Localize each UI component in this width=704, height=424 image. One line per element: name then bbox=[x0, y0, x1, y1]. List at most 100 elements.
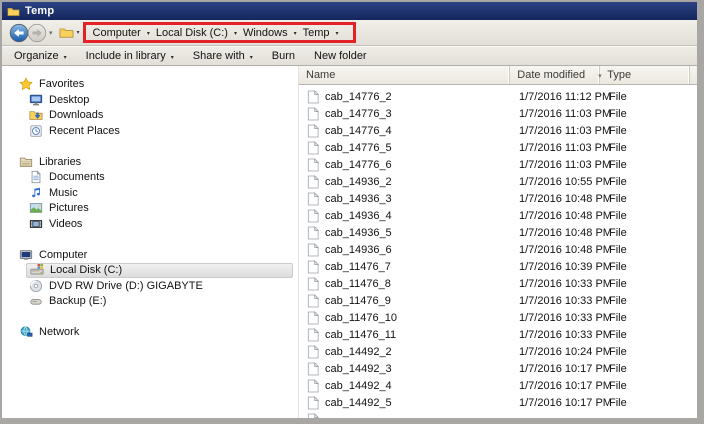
sidebar-item-label: Recent Places bbox=[49, 124, 120, 137]
table-row[interactable]: cab_11476_7 1/7/2016 10:39 PM File bbox=[299, 258, 697, 275]
toolbar-button-share-with[interactable]: Share with ▾ bbox=[193, 50, 253, 62]
sidebar-section-label: Computer bbox=[39, 248, 88, 261]
file-icon bbox=[307, 225, 319, 240]
table-row[interactable]: cab_14936_5 1/7/2016 10:48 PM File bbox=[299, 224, 697, 241]
sidebar-item-label: Downloads bbox=[49, 109, 104, 122]
recent-places-icon bbox=[29, 124, 43, 138]
column-header-type[interactable]: Type bbox=[600, 66, 690, 84]
sidebar-section-libraries[interactable]: Libraries bbox=[2, 154, 298, 170]
table-row-partial[interactable] bbox=[299, 411, 697, 418]
back-button[interactable] bbox=[9, 23, 29, 43]
file-icon bbox=[307, 208, 319, 223]
file-name: cab_11476_7 bbox=[325, 260, 391, 273]
breadcrumb-segment[interactable]: Temp bbox=[303, 27, 330, 39]
address-folder-icon[interactable] bbox=[59, 25, 74, 40]
table-row[interactable]: cab_14936_2 1/7/2016 10:55 PM File bbox=[299, 173, 697, 190]
toolbar-button-organize[interactable]: Organize ▾ bbox=[14, 50, 67, 62]
file-icon bbox=[307, 242, 319, 257]
sidebar-item-downloads[interactable]: Downloads bbox=[2, 108, 298, 124]
file-name-cell: cab_14776_6 bbox=[299, 157, 511, 172]
sidebar-section-computer[interactable]: Computer bbox=[2, 247, 298, 263]
file-name-cell: cab_11476_11 bbox=[299, 327, 511, 342]
type-cell: File bbox=[609, 396, 627, 409]
sidebar-item-dvd-rw-drive-d-gigabyte[interactable]: DVD RW Drive (D:) GIGABYTE bbox=[2, 278, 298, 294]
file-name: cab_11476_8 bbox=[325, 277, 391, 290]
table-row[interactable]: cab_14776_3 1/7/2016 11:03 PM File bbox=[299, 105, 697, 122]
table-row[interactable]: cab_14936_6 1/7/2016 10:48 PM File bbox=[299, 241, 697, 258]
table-row[interactable]: cab_14492_3 1/7/2016 10:17 PM File bbox=[299, 360, 697, 377]
column-header-date-modified[interactable]: Date modified ▾ bbox=[510, 66, 602, 84]
sidebar-item-label: Videos bbox=[49, 217, 83, 230]
type-cell: File bbox=[609, 328, 627, 341]
table-row[interactable]: cab_14492_5 1/7/2016 10:17 PM File bbox=[299, 394, 697, 411]
sidebar-item-label: Desktop bbox=[49, 93, 90, 106]
table-row[interactable]: cab_14936_4 1/7/2016 10:48 PM File bbox=[299, 207, 697, 224]
sidebar-item-recent-places[interactable]: Recent Places bbox=[2, 123, 298, 139]
table-row[interactable]: cab_11476_11 1/7/2016 10:33 PM File bbox=[299, 326, 697, 343]
toolbar-button-include-in-library[interactable]: Include in library ▾ bbox=[86, 50, 174, 62]
table-row[interactable]: cab_14492_2 1/7/2016 10:24 PM File bbox=[299, 343, 697, 360]
file-icon bbox=[307, 293, 319, 308]
breadcrumb-segment[interactable]: Local Disk (C:) bbox=[156, 27, 228, 39]
breadcrumb-arrow-icon[interactable]: ▾ bbox=[294, 30, 297, 37]
sidebar-item-label: Local Disk (C:) bbox=[50, 264, 123, 277]
breadcrumb-segment[interactable]: Windows bbox=[243, 27, 288, 39]
date-modified-cell: 1/7/2016 10:33 PM bbox=[519, 277, 612, 290]
type-cell: File bbox=[609, 124, 627, 137]
type-cell: File bbox=[609, 277, 627, 290]
breadcrumb-arrow-icon[interactable]: ▾ bbox=[336, 30, 339, 37]
sidebar-item-desktop[interactable]: Desktop bbox=[2, 92, 298, 108]
type-cell: File bbox=[609, 311, 627, 324]
sidebar-item-videos[interactable]: Videos bbox=[2, 216, 298, 232]
table-row[interactable]: cab_14776_6 1/7/2016 11:03 PM File bbox=[299, 156, 697, 173]
file-name-cell: cab_14492_3 bbox=[299, 361, 511, 376]
table-row[interactable]: cab_11476_9 1/7/2016 10:33 PM File bbox=[299, 292, 697, 309]
date-modified-cell: 1/7/2016 10:48 PM bbox=[519, 243, 612, 256]
file-icon bbox=[307, 395, 319, 410]
file-icon bbox=[307, 191, 319, 206]
table-row[interactable]: cab_14776_4 1/7/2016 11:03 PM File bbox=[299, 122, 697, 139]
sidebar-section-label: Favorites bbox=[39, 78, 85, 90]
sidebar-item-pictures[interactable]: Pictures bbox=[2, 201, 298, 217]
sidebar-item-local-disk-c[interactable]: Local Disk (C:) bbox=[26, 262, 293, 278]
chevron-down-icon: ▾ bbox=[63, 55, 67, 61]
file-icon bbox=[307, 361, 319, 376]
address-dropdown-icon[interactable]: ▾ bbox=[77, 29, 80, 36]
table-row[interactable]: cab_14936_3 1/7/2016 10:48 PM File bbox=[299, 190, 697, 207]
file-name: cab_11476_11 bbox=[325, 328, 397, 341]
file-name: cab_14776_2 bbox=[325, 90, 392, 103]
pictures-icon bbox=[29, 201, 43, 215]
sidebar-item-backup-e[interactable]: Backup (E:) bbox=[2, 294, 298, 310]
breadcrumb-segment[interactable]: Computer bbox=[93, 27, 141, 39]
sidebar-section-favorites[interactable]: Favorites bbox=[2, 76, 298, 92]
table-row[interactable]: cab_11476_8 1/7/2016 10:33 PM File bbox=[299, 275, 697, 292]
chevron-down-icon[interactable]: ▾ bbox=[49, 29, 53, 37]
file-icon bbox=[307, 123, 319, 138]
toolbar-button-new-folder[interactable]: New folder bbox=[314, 50, 367, 62]
type-cell: File bbox=[609, 345, 627, 358]
file-name: cab_14776_6 bbox=[325, 158, 392, 171]
table-row[interactable]: cab_11476_10 1/7/2016 10:33 PM File bbox=[299, 309, 697, 326]
type-cell: File bbox=[609, 209, 627, 222]
sidebar-item-label: DVD RW Drive (D:) GIGABYTE bbox=[49, 279, 203, 292]
title-bar: Temp bbox=[2, 2, 697, 20]
file-name: cab_14936_3 bbox=[325, 192, 392, 205]
videos-icon bbox=[29, 217, 43, 231]
breadcrumb-arrow-icon[interactable]: ▾ bbox=[234, 30, 237, 37]
sidebar-item-music[interactable]: Music bbox=[2, 185, 298, 201]
sidebar-item-documents[interactable]: Documents bbox=[2, 170, 298, 186]
type-cell: File bbox=[609, 192, 627, 205]
type-cell: File bbox=[609, 226, 627, 239]
toolbar-button-burn[interactable]: Burn bbox=[272, 50, 295, 62]
forward-button[interactable] bbox=[27, 23, 47, 43]
type-cell: File bbox=[609, 158, 627, 171]
file-name: cab_14776_3 bbox=[325, 107, 392, 120]
type-cell: File bbox=[609, 107, 627, 120]
table-row[interactable]: cab_14492_4 1/7/2016 10:17 PM File bbox=[299, 377, 697, 394]
sidebar-section-network[interactable]: Network bbox=[2, 324, 298, 340]
breadcrumb-arrow-icon[interactable]: ▾ bbox=[147, 30, 150, 37]
table-row[interactable]: cab_14776_2 1/7/2016 11:12 PM File bbox=[299, 88, 697, 105]
file-name-cell: cab_11476_8 bbox=[299, 276, 511, 291]
table-row[interactable]: cab_14776_5 1/7/2016 11:03 PM File bbox=[299, 139, 697, 156]
column-header-name[interactable]: Name bbox=[299, 66, 511, 84]
